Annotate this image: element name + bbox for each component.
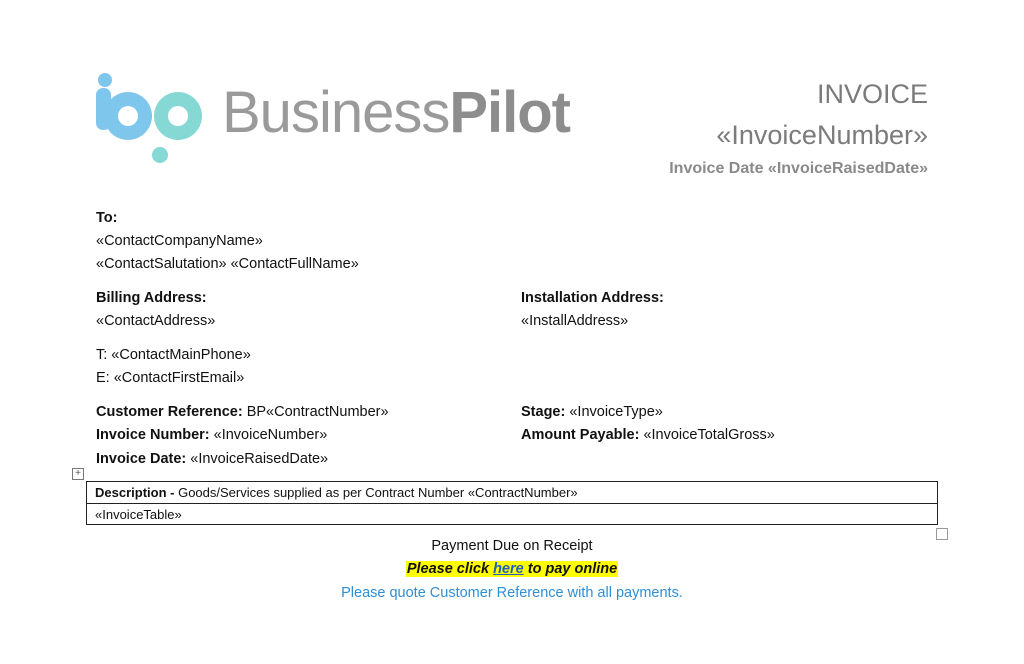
contact-company: «ContactCompanyName» [96, 233, 263, 249]
pay-online-line: Please click here to pay online [405, 561, 619, 577]
invoice-number-field: «InvoiceNumber» [716, 120, 928, 150]
contact-phone: T: «ContactMainPhone» [96, 347, 251, 363]
invoice-date-line: Invoice Date «InvoiceRaisedDate» [669, 160, 928, 177]
to-label: To: [96, 210, 118, 226]
pay-online-link[interactable]: here [493, 561, 524, 577]
brand-wordmark: BusinessPilot [222, 80, 571, 145]
invoice-table: Description - Goods/Services supplied as… [86, 481, 938, 525]
table-row[interactable]: «InvoiceTable» [87, 503, 937, 524]
invoice-title: INVOICE [816, 79, 928, 109]
customer-reference: Customer Reference: BP«ContractNumber» [96, 404, 389, 420]
contact-salutation-name: «ContactSalutation» «ContactFullName» [96, 256, 359, 272]
installation-address-value: «InstallAddress» [521, 313, 629, 329]
invoice-date: Invoice Date: «InvoiceRaisedDate» [96, 451, 329, 467]
billing-address-value: «ContactAddress» [96, 313, 216, 329]
invoice-number: Invoice Number: «InvoiceNumber» [96, 427, 328, 443]
quote-reference-note: Please quote Customer Reference with all… [341, 585, 683, 601]
payment-due: Payment Due on Receipt [431, 538, 593, 554]
table-row[interactable]: Description - Goods/Services supplied as… [87, 482, 937, 503]
billing-address-label: Billing Address: [96, 290, 207, 306]
installation-address-label: Installation Address: [521, 290, 664, 306]
amount-payable: Amount Payable: «InvoiceTotalGross» [521, 427, 775, 443]
table-move-handle[interactable]: + [72, 468, 84, 480]
contact-email: E: «ContactFirstEmail» [96, 370, 245, 386]
stage: Stage: «InvoiceType» [521, 404, 663, 420]
